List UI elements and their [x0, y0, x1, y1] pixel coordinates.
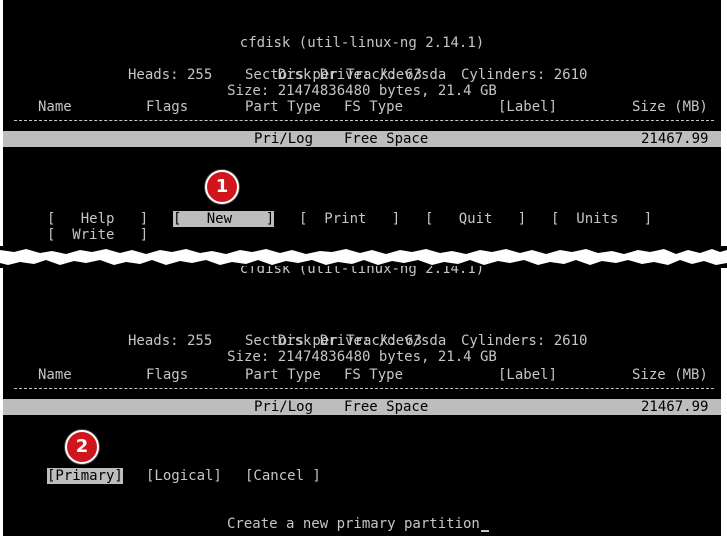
menu-print-button[interactable]: [ Print ] — [299, 211, 400, 227]
row-part-type: Pri/Log — [254, 131, 314, 147]
header-divider — [14, 120, 714, 121]
disk-size-label: Size: 21474836480 bytes, 21.4 GB — [227, 83, 497, 99]
program-title: cfdisk (util-linux-ng 2.14.1) — [239, 266, 485, 277]
menu-units-button[interactable]: [ Units ] — [551, 211, 652, 227]
row-fs-type: Free Space — [344, 131, 429, 147]
heads-label: Heads: 255 — [128, 67, 213, 83]
sectors-label: Sectors per Track: 63 — [245, 67, 423, 83]
cylinders-label: Cylinders: 2610 — [461, 333, 588, 349]
partition-row-free-space[interactable]: Pri/Log Free Space 21467.99 — [3, 399, 721, 415]
header-divider — [14, 388, 714, 389]
text-cursor — [480, 530, 489, 532]
cfdisk-main-screen: cfdisk (util-linux-ng 2.14.1) Disk Drive… — [3, 0, 721, 248]
row-part-type: Pri/Log — [254, 399, 314, 415]
partition-row-free-space[interactable]: Pri/Log Free Space 21467.99 — [3, 131, 721, 147]
cancel-option-button[interactable]: [Cancel ] — [245, 468, 321, 484]
torn-edge-separator — [0, 246, 727, 268]
row-size: 21467.99 — [641, 131, 709, 147]
status-message: Create a new primary partition — [227, 516, 480, 532]
menu-write-button[interactable]: [ Write ] — [47, 227, 148, 243]
disk-size-label: Size: 21474836480 bytes, 21.4 GB — [227, 349, 497, 365]
step-1-badge: 1 — [205, 170, 239, 204]
menu-new-button[interactable]: [ New ] — [173, 211, 275, 227]
primary-option-button[interactable]: [Primary] — [47, 468, 123, 484]
cfdisk-new-partition-screen: cfdisk (util-linux-ng 2.14.1) Disk Drive… — [3, 266, 721, 536]
menu-help-button[interactable]: [ Help ] — [47, 211, 148, 227]
menu-quit-button[interactable]: [ Quit ] — [425, 211, 526, 227]
row-size: 21467.99 — [641, 399, 709, 415]
sectors-label: Sectors per Track: 63 — [245, 333, 423, 349]
row-fs-type: Free Space — [344, 399, 429, 415]
heads-label: Heads: 255 — [128, 333, 213, 349]
cylinders-label: Cylinders: 2610 — [461, 67, 588, 83]
logical-option-button[interactable]: [Logical] — [146, 468, 222, 484]
step-2-badge: 2 — [65, 430, 99, 464]
